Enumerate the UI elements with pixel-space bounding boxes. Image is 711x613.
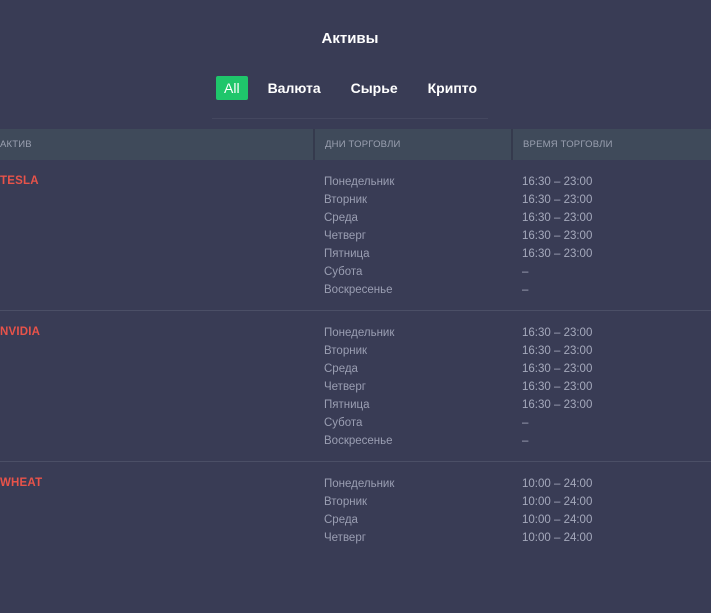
trading-time: 16:30 – 23:00 — [522, 363, 593, 375]
trading-time: 10:00 – 24:00 — [522, 496, 593, 508]
column-separator — [313, 129, 315, 160]
page-title: Активы — [321, 30, 379, 47]
trading-time: 16:30 – 23:00 — [522, 345, 593, 357]
trading-time: 10:00 – 24:00 — [522, 532, 593, 544]
trading-day: Субота — [324, 417, 363, 429]
trading-time: 10:00 – 24:00 — [522, 514, 593, 526]
trading-day: Пятница — [324, 248, 370, 260]
trading-day: Понедельник — [324, 176, 395, 188]
trading-day: Субота — [324, 266, 363, 278]
trading-day: Четверг — [324, 532, 366, 544]
trading-time: 16:30 – 23:00 — [522, 248, 593, 260]
trading-day: Воскресенье — [324, 435, 393, 447]
trading-days-list: Понедельник Вторник Среда Четверг Пятница Суб… — [324, 326, 394, 452]
asset-name[interactable]: NVIDIA — [0, 326, 40, 338]
trading-time: 16:30 – 23:00 — [522, 381, 593, 393]
trading-day: Среда — [324, 363, 358, 375]
asset-name[interactable]: WHEAT — [0, 477, 42, 489]
asset-name[interactable]: TESLA — [0, 175, 39, 187]
trading-time: 16:30 – 23:00 — [522, 399, 593, 411]
trading-day: Вторник — [324, 194, 368, 206]
tab-all[interactable]: All — [216, 76, 248, 100]
trading-time: – — [522, 284, 529, 296]
table-row: TESLA Понедельник Вторник Среда Четверг Пятни… — [0, 160, 711, 311]
trading-times-list: 16:30 – 23:00 16:30 – 23:00 16:30 – 23:00 1… — [522, 326, 592, 452]
trading-time: 10:00 – 24:00 — [522, 478, 593, 490]
asset-filter-tabs: All Валюта Сырье Крипто — [216, 76, 477, 100]
trading-time: 16:30 – 23:00 — [522, 194, 593, 206]
trading-time: 16:30 – 23:00 — [522, 327, 593, 339]
column-separator — [511, 129, 513, 160]
trading-day: Четверг — [324, 381, 366, 393]
table-row: NVIDIA Понедельник Вторник Среда Четверг Пятн… — [0, 311, 711, 462]
trading-day: Четверг — [324, 230, 366, 242]
trading-times-list: 10:00 – 24:00 10:00 – 24:00 10:00 – 24:00 1… — [522, 477, 592, 549]
trading-time: – — [522, 266, 529, 278]
column-header-asset: АКТИВ — [0, 139, 32, 150]
table-header: АКТИВ ДНИ ТОРГОВЛИ ВРЕМЯ ТОРГОВЛИ — [0, 129, 711, 160]
trading-time: 16:30 – 23:00 — [522, 212, 593, 224]
trading-day: Вторник — [324, 345, 368, 357]
trading-times-list: 16:30 – 23:00 16:30 – 23:00 16:30 – 23:00 1… — [522, 175, 592, 301]
trading-day: Пятница — [324, 399, 370, 411]
trading-time: 16:30 – 23:00 — [522, 176, 593, 188]
column-header-trading-time: ВРЕМЯ ТОРГОВЛИ — [523, 139, 613, 150]
trading-day: Понедельник — [324, 478, 395, 490]
trading-day: Понедельник — [324, 327, 395, 339]
trading-day: Воскресенье — [324, 284, 393, 296]
trading-day: Среда — [324, 212, 358, 224]
column-header-trading-days: ДНИ ТОРГОВЛИ — [325, 139, 401, 150]
trading-day: Среда — [324, 514, 358, 526]
trading-day: Вторник — [324, 496, 368, 508]
trading-time: – — [522, 417, 529, 429]
tab-commodities[interactable]: Сырье — [351, 76, 398, 100]
tab-currency[interactable]: Валюта — [268, 76, 321, 100]
trading-days-list: Понедельник Вторник Среда Четверг Пятница Суб… — [324, 175, 394, 301]
trading-days-list: Понедельник Вторник Среда Четверг — [324, 477, 394, 549]
trading-time: 16:30 – 23:00 — [522, 230, 593, 242]
table-row: WHEAT Понедельник Вторник Среда Четверг 10:00… — [0, 462, 711, 613]
trading-time: – — [522, 435, 529, 447]
tabs-divider — [212, 118, 488, 119]
tab-crypto[interactable]: Крипто — [428, 76, 477, 100]
